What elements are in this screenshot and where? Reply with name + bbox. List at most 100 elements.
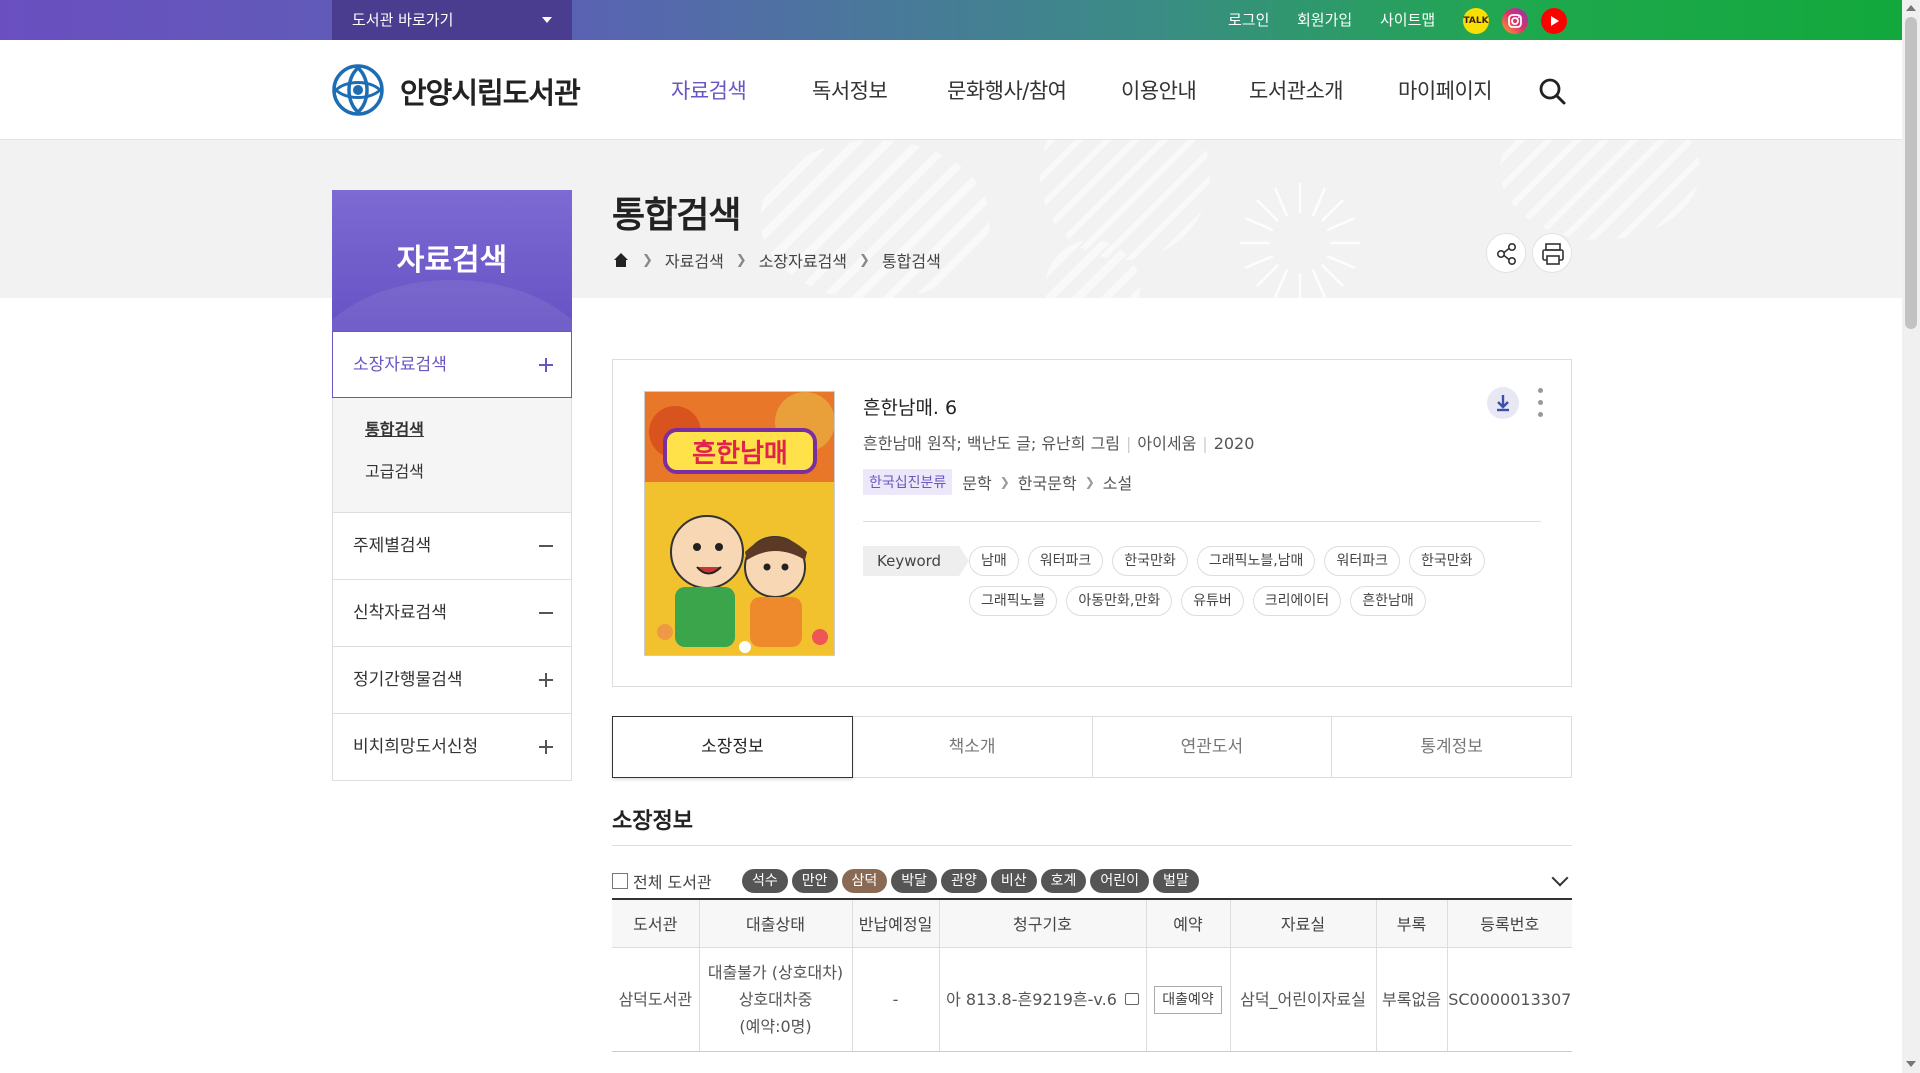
cell-due-date: - bbox=[852, 947, 940, 1052]
print-icon[interactable] bbox=[1124, 993, 1139, 1005]
decoration-pattern bbox=[1040, 140, 1210, 260]
instagram-icon[interactable] bbox=[1502, 8, 1528, 34]
gnb-item-search[interactable]: 자료검색 bbox=[671, 75, 747, 105]
keyword-tag[interactable]: 크리에이터 bbox=[1252, 586, 1342, 616]
chevron-right-icon: ❯ bbox=[642, 252, 653, 268]
chevron-right-icon: ❯ bbox=[735, 252, 747, 268]
print-icon bbox=[1542, 243, 1564, 265]
keyword-tag[interactable]: 유튜버 bbox=[1181, 586, 1244, 616]
reserve-button[interactable]: 대출예약 bbox=[1154, 985, 1222, 1014]
sitemap-link[interactable]: 사이트맵 bbox=[1380, 0, 1435, 40]
library-chip[interactable]: 관양 bbox=[941, 869, 987, 893]
library-logo-text[interactable]: 안양시립도서관 bbox=[400, 70, 581, 112]
keyword-tag[interactable]: 한국만화 bbox=[1408, 546, 1485, 576]
library-chip[interactable]: 호계 bbox=[1040, 869, 1087, 893]
gnb-item-reading[interactable]: 독서정보 bbox=[812, 75, 888, 105]
column-header: 자료실 bbox=[1230, 898, 1377, 948]
library-chip[interactable]: 벌말 bbox=[1153, 869, 1199, 893]
scroll-up-icon[interactable] bbox=[1906, 5, 1916, 11]
scrollbar-thumb[interactable] bbox=[1905, 17, 1917, 329]
all-libraries-filter[interactable]: 전체 도서관 bbox=[612, 869, 712, 893]
plus-icon bbox=[539, 673, 553, 687]
lnb-sub-integrated-search[interactable]: 통합검색 bbox=[365, 416, 571, 458]
tab-book-intro[interactable]: 책소개 bbox=[853, 717, 1093, 777]
column-header: 대출상태 bbox=[699, 898, 853, 948]
more-options-icon[interactable] bbox=[1538, 388, 1544, 420]
download-button[interactable] bbox=[1487, 387, 1519, 419]
keyword-tag[interactable]: 한국만화 bbox=[1112, 546, 1188, 576]
cell-loan-status: 대출불가 (상호대차) 상호대차중 (예약:0명) bbox=[699, 947, 853, 1052]
gnb-item-about[interactable]: 도서관소개 bbox=[1249, 75, 1344, 105]
book-detail-card: 흔한남매 흔한남매. 6 흔한남매 원작; 백난도 글; 유난희 그림 | 아이세움… bbox=[612, 359, 1572, 687]
lnb-item-new-arrivals[interactable]: 신착자료검색 bbox=[332, 580, 572, 647]
lnb-item-book-request[interactable]: 비치희망도서신청 bbox=[332, 714, 572, 781]
all-libraries-checkbox[interactable] bbox=[612, 873, 628, 889]
book-author: 흔한남매 원작; 백난도 글; 유난희 그림 bbox=[863, 434, 1121, 453]
gnb-item-guide[interactable]: 이용안내 bbox=[1121, 75, 1197, 105]
lnb-item-label: 소장자료검색 bbox=[353, 355, 447, 375]
tab-holdings[interactable]: 소장정보 bbox=[612, 716, 853, 778]
lnb-item-periodicals[interactable]: 정기간행물검색 bbox=[332, 647, 572, 714]
chevron-down-icon[interactable] bbox=[1551, 869, 1569, 887]
book-cover-image[interactable]: 흔한남매 bbox=[644, 391, 835, 656]
keyword-tag[interactable]: 그래픽노블,남매 bbox=[1196, 546, 1316, 576]
library-chip[interactable]: 어린이 bbox=[1090, 869, 1149, 893]
classification-path-item[interactable]: 소설 bbox=[1103, 470, 1132, 494]
kakaotalk-icon[interactable]: TALK bbox=[1463, 8, 1489, 34]
login-link[interactable]: 로그인 bbox=[1228, 0, 1269, 40]
cover-title-text: 흔한남매 bbox=[692, 439, 788, 469]
download-icon bbox=[1497, 395, 1509, 412]
gnb-item-mypage[interactable]: 마이페이지 bbox=[1398, 75, 1493, 105]
keyword-tag[interactable]: 남매 bbox=[969, 546, 1019, 576]
keyword-tag[interactable]: 아동만화,만화 bbox=[1066, 586, 1173, 616]
breadcrumb-item[interactable]: 자료검색 bbox=[665, 248, 724, 272]
keyword-list: 남매 워터파크 한국만화 그래픽노블,남매 워터파크 한국만화 그래픽노블 아동만화,만화 유… bbox=[969, 546, 1529, 626]
keyword-tag[interactable]: 워터파크 bbox=[1324, 546, 1400, 576]
classification-path-item[interactable]: 한국문학 bbox=[1018, 470, 1077, 494]
join-link[interactable]: 회원가입 bbox=[1297, 0, 1352, 40]
youtube-icon[interactable] bbox=[1541, 8, 1567, 34]
scroll-down-icon[interactable] bbox=[1906, 1061, 1916, 1067]
loan-status-line: 상호대차중 bbox=[738, 989, 813, 1009]
library-chip[interactable]: 석수 bbox=[742, 869, 788, 893]
sub-visual-banner bbox=[0, 140, 1902, 298]
library-chip[interactable]: 박달 bbox=[891, 869, 938, 893]
library-filter-chips: 석수 만안 삼덕 박달 관양 비산 호계 어린이 벌말 bbox=[742, 869, 1203, 893]
library-logo-icon[interactable] bbox=[332, 64, 384, 116]
column-header: 도서관 bbox=[612, 898, 700, 948]
lnb-item-holdings-search[interactable]: 소장자료검색 bbox=[332, 331, 572, 398]
top-utility-bar bbox=[0, 0, 1902, 40]
home-icon[interactable] bbox=[612, 251, 630, 269]
keyword-tag[interactable]: 워터파크 bbox=[1027, 546, 1104, 576]
tab-related-books[interactable]: 연관도서 bbox=[1093, 717, 1333, 777]
lnb-sub-advanced-search[interactable]: 고급검색 bbox=[365, 458, 571, 500]
print-button[interactable] bbox=[1532, 233, 1572, 273]
book-title: 흔한남매. 6 bbox=[863, 397, 958, 419]
library-chip-selected[interactable]: 삼덕 bbox=[841, 869, 888, 893]
decoration-pattern bbox=[1500, 140, 1700, 240]
search-icon[interactable] bbox=[1537, 76, 1567, 106]
breadcrumb-item[interactable]: 소장자료검색 bbox=[759, 248, 847, 272]
library-shortcut-dropdown[interactable]: 도서관 바로가기 bbox=[332, 0, 572, 40]
tab-statistics[interactable]: 통계정보 bbox=[1332, 717, 1571, 777]
site-header: 안양시립도서관 자료검색 독서정보 문화행사/참여 이용안내 도서관소개 마이페… bbox=[0, 40, 1902, 140]
keyword-tag[interactable]: 흔한남매 bbox=[1350, 586, 1426, 616]
plus-icon bbox=[539, 740, 553, 754]
detail-tabs: 소장정보 책소개 연관도서 통계정보 bbox=[612, 716, 1572, 778]
classification-badge: 한국십진분류 bbox=[863, 469, 953, 495]
library-chip[interactable]: 비산 bbox=[990, 869, 1037, 893]
gnb-item-events[interactable]: 문화행사/참여 bbox=[947, 75, 1067, 105]
share-button[interactable] bbox=[1486, 233, 1526, 273]
lnb-submenu: 통합검색 고급검색 bbox=[332, 398, 572, 513]
book-year: 2020 bbox=[1213, 434, 1255, 453]
breadcrumb-item: 통합검색 bbox=[881, 252, 941, 271]
keyword-tag[interactable]: 그래픽노블 bbox=[969, 586, 1058, 616]
divider bbox=[863, 521, 1541, 522]
lnb-item-label: 비치희망도서신청 bbox=[353, 737, 479, 757]
cell-library: 삼덕도서관 bbox=[612, 947, 700, 1052]
library-chip[interactable]: 만안 bbox=[791, 869, 838, 893]
lnb-title-text: 자료검색 bbox=[396, 243, 508, 278]
classification-path-item[interactable]: 문학 bbox=[962, 470, 991, 494]
column-header: 등록번호 bbox=[1447, 898, 1572, 948]
lnb-item-subject-search[interactable]: 주제별검색 bbox=[332, 513, 572, 580]
